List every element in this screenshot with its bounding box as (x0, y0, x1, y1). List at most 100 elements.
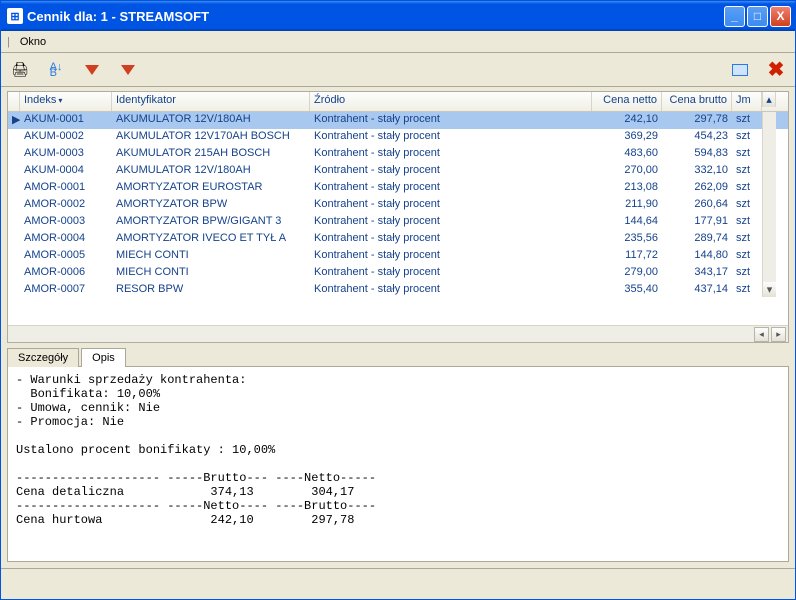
cell-netto: 279,00 (592, 265, 662, 282)
scroll-right-button[interactable]: ▸ (771, 327, 786, 342)
cell-zrodlo: Kontrahent - stały procent (310, 265, 592, 282)
sort-button[interactable]: A↓B (45, 59, 67, 81)
cell-indeks: AMOR-0005 (20, 248, 112, 265)
cell-jm: szt (732, 163, 762, 180)
cell-jm: szt (732, 197, 762, 214)
cell-ident: RESOR BPW (112, 282, 310, 299)
table-row[interactable]: AMOR-0004AMORTYZATOR IVECO ET TYŁ AKontr… (8, 231, 788, 248)
x-icon: ✖ (768, 57, 785, 82)
app-window: ⊞ Cennik dla: 1 - STREAMSOFT _ □ X | Okn… (0, 0, 796, 600)
table-row[interactable]: AMOR-0002AMORTYZATOR BPWKontrahent - sta… (8, 197, 788, 214)
row-marker (8, 163, 20, 180)
row-marker (8, 248, 20, 265)
cell-ident: MIECH CONTI (112, 248, 310, 265)
table-row[interactable]: AMOR-0006MIECH CONTIKontrahent - stały p… (8, 265, 788, 282)
menu-okno[interactable]: Okno (14, 34, 52, 50)
cell-ident: AKUMULATOR 12V/180AH (112, 112, 310, 129)
col-cena-brutto[interactable]: Cena brutto (662, 92, 732, 111)
cell-netto: 144,64 (592, 214, 662, 231)
cell-ident: AKUMULATOR 12V/180AH (112, 163, 310, 180)
close-button[interactable]: X (770, 6, 791, 27)
cell-netto: 369,29 (592, 129, 662, 146)
layout-button[interactable] (729, 59, 751, 81)
cell-jm: szt (732, 180, 762, 197)
cell-ident: AKUMULATOR 215AH BOSCH (112, 146, 310, 163)
tabstrip: Szczegóły Opis (7, 347, 789, 366)
table-row[interactable]: AMOR-0007RESOR BPWKontrahent - stały pro… (8, 282, 788, 299)
scrollbar-track (762, 248, 776, 265)
cell-ident: AKUMULATOR 12V170AH BOSCH (112, 129, 310, 146)
tab-opis[interactable]: Opis (81, 348, 126, 367)
cell-zrodlo: Kontrahent - stały procent (310, 163, 592, 180)
cell-netto: 355,40 (592, 282, 662, 299)
scroll-down-button[interactable]: ▾ (762, 282, 776, 297)
sort-icon: A↓B (50, 64, 63, 76)
table-row[interactable]: AKUM-0004AKUMULATOR 12V/180AHKontrahent … (8, 163, 788, 180)
cell-indeks: AMOR-0007 (20, 282, 112, 299)
cell-indeks: AKUM-0003 (20, 146, 112, 163)
grid-hscrollbar[interactable]: ◂ ▸ (8, 325, 788, 342)
cell-ident: AMORTYZATOR IVECO ET TYŁ A (112, 231, 310, 248)
filter-button[interactable] (81, 59, 103, 81)
col-cena-netto[interactable]: Cena netto (592, 92, 662, 111)
minimize-button[interactable]: _ (724, 6, 745, 27)
cell-zrodlo: Kontrahent - stały procent (310, 214, 592, 231)
cell-brutto: 454,23 (662, 129, 732, 146)
cell-zrodlo: Kontrahent - stały procent (310, 282, 592, 299)
print-icon (11, 61, 29, 78)
sort-indicator-icon: ▾ (58, 96, 62, 105)
row-marker (8, 282, 20, 299)
cell-jm: szt (732, 231, 762, 248)
cell-indeks: AMOR-0002 (20, 197, 112, 214)
scrollbar-track (762, 146, 776, 163)
cell-brutto: 343,17 (662, 265, 732, 282)
table-row[interactable]: AKUM-0002AKUMULATOR 12V170AH BOSCHKontra… (8, 129, 788, 146)
col-identyfikator[interactable]: Identyfikator (112, 92, 310, 111)
col-indeks[interactable]: Indeks▾ (20, 92, 112, 111)
table-row[interactable]: AMOR-0005MIECH CONTIKontrahent - stały p… (8, 248, 788, 265)
row-marker: ▶ (8, 112, 20, 129)
cell-ident: AMORTYZATOR EUROSTAR (112, 180, 310, 197)
scroll-left-button[interactable]: ◂ (754, 327, 769, 342)
row-marker (8, 129, 20, 146)
cell-zrodlo: Kontrahent - stały procent (310, 129, 592, 146)
layout-icon (732, 64, 748, 76)
scrollbar-track (762, 231, 776, 248)
scroll-up-button[interactable]: ▴ (762, 92, 776, 107)
cell-indeks: AMOR-0004 (20, 231, 112, 248)
filter-clear-button[interactable] (117, 59, 139, 81)
cell-jm: szt (732, 248, 762, 265)
opis-content[interactable]: - Warunki sprzedaży kontrahenta: Bonifik… (7, 366, 789, 562)
row-marker (8, 265, 20, 282)
app-icon: ⊞ (7, 8, 23, 24)
detail-pane: Szczegóły Opis - Warunki sprzedaży kontr… (7, 347, 789, 562)
cell-netto: 211,90 (592, 197, 662, 214)
col-zrodlo[interactable]: Źródło (310, 92, 592, 111)
table-row[interactable]: AMOR-0001AMORTYZATOR EUROSTARKontrahent … (8, 180, 788, 197)
cell-netto: 235,56 (592, 231, 662, 248)
table-row[interactable]: ▶AKUM-0001AKUMULATOR 12V/180AHKontrahent… (8, 112, 788, 129)
tab-szczegoly[interactable]: Szczegóły (7, 348, 79, 367)
cell-indeks: AKUM-0002 (20, 129, 112, 146)
cell-jm: szt (732, 214, 762, 231)
cell-brutto: 289,74 (662, 231, 732, 248)
titlebar[interactable]: ⊞ Cennik dla: 1 - STREAMSOFT _ □ X (1, 1, 795, 31)
cell-netto: 117,72 (592, 248, 662, 265)
cell-zrodlo: Kontrahent - stały procent (310, 180, 592, 197)
menubar-divider: | (7, 36, 10, 48)
grid-body[interactable]: ▶AKUM-0001AKUMULATOR 12V/180AHKontrahent… (8, 112, 788, 325)
price-grid: Indeks▾ Identyfikator Źródło Cena netto … (7, 91, 789, 343)
statusbar (1, 568, 795, 588)
col-jm[interactable]: Jm (732, 92, 762, 111)
cell-zrodlo: Kontrahent - stały procent (310, 112, 592, 129)
table-row[interactable]: AMOR-0003AMORTYZATOR BPW/GIGANT 3Kontrah… (8, 214, 788, 231)
delete-button[interactable]: ✖ (765, 59, 787, 81)
table-row[interactable]: AKUM-0003AKUMULATOR 215AH BOSCHKontrahen… (8, 146, 788, 163)
cell-brutto: 177,91 (662, 214, 732, 231)
cell-netto: 270,00 (592, 163, 662, 180)
maximize-button[interactable]: □ (747, 6, 768, 27)
print-button[interactable] (9, 59, 31, 81)
scrollbar-track (762, 265, 776, 282)
cell-netto: 242,10 (592, 112, 662, 129)
grid-header[interactable]: Indeks▾ Identyfikator Źródło Cena netto … (8, 92, 788, 112)
